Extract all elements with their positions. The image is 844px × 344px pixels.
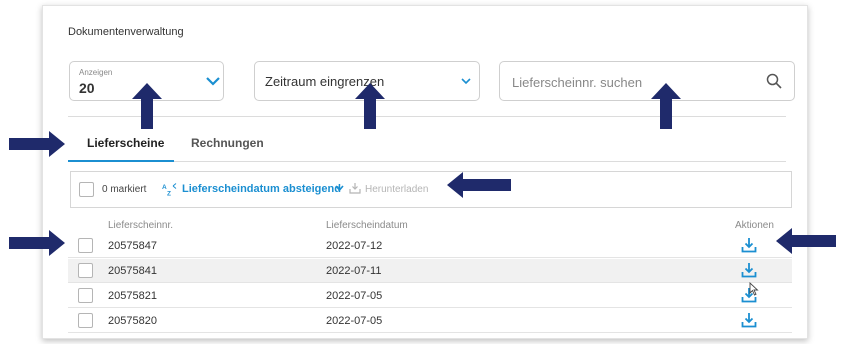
chevron-down-icon xyxy=(206,77,220,86)
chevron-down-icon xyxy=(335,185,344,192)
search-input[interactable] xyxy=(512,71,752,93)
annotation-arrow-right-icon xyxy=(9,131,65,157)
delivery-note-date: 2022-07-12 xyxy=(326,240,383,252)
download-icon[interactable] xyxy=(741,312,757,328)
page-title: Dokumentenverwaltung xyxy=(68,26,184,38)
bulk-actions-toolbar: 0 markiert A Z Lieferscheindatum absteig… xyxy=(70,171,792,208)
table-row: 20575820 2022-07-05 xyxy=(68,309,792,333)
download-icon xyxy=(349,183,361,194)
active-tab-indicator xyxy=(68,160,174,162)
table-row: 20575847 2022-07-12 xyxy=(68,234,792,258)
marked-count: 0 markiert xyxy=(102,184,147,195)
tab-lieferscheine[interactable]: Lieferscheine xyxy=(87,136,164,150)
download-icon[interactable] xyxy=(741,237,757,253)
select-all-checkbox[interactable] xyxy=(79,182,94,197)
download-selected-label: Herunterladen xyxy=(365,184,429,195)
delivery-note-number: 20575841 xyxy=(108,265,157,277)
row-checkbox[interactable] xyxy=(78,263,93,278)
mouse-cursor-icon xyxy=(749,282,759,296)
annotation-arrow-up-icon xyxy=(132,83,162,129)
column-header-id: Lieferscheinnr. xyxy=(108,220,174,231)
row-checkbox[interactable] xyxy=(78,288,93,303)
annotation-arrow-left-icon xyxy=(776,228,836,254)
page-size-value: 20 xyxy=(79,80,95,96)
chevron-down-icon xyxy=(461,78,471,85)
tab-rechnungen[interactable]: Rechnungen xyxy=(191,136,264,150)
annotation-arrow-up-icon xyxy=(355,83,385,129)
annotation-arrow-right-icon xyxy=(9,230,65,256)
delivery-note-number: 20575847 xyxy=(108,240,157,252)
delivery-note-date: 2022-07-05 xyxy=(326,315,383,327)
column-header-actions: Aktionen xyxy=(735,220,774,231)
annotation-arrow-left-icon xyxy=(447,172,511,198)
sort-label: Lieferscheindatum absteigend xyxy=(182,183,341,195)
delivery-note-date: 2022-07-11 xyxy=(326,265,382,277)
page-size-label: Anzeigen xyxy=(79,68,113,77)
delivery-note-date: 2022-07-05 xyxy=(326,290,383,302)
row-checkbox[interactable] xyxy=(78,313,93,328)
annotation-arrow-up-icon xyxy=(651,83,681,129)
document-management-panel: Dokumentenverwaltung Anzeigen 20 Zeitrau… xyxy=(42,5,808,339)
tab-bar: Lieferscheine Rechnungen xyxy=(68,132,786,162)
table-row: 20575841 2022-07-11 xyxy=(68,259,792,283)
column-header-date: Lieferscheindatum xyxy=(326,220,408,231)
delivery-note-number: 20575821 xyxy=(108,290,157,302)
search-icon[interactable] xyxy=(766,73,782,89)
delivery-note-number: 20575820 xyxy=(108,315,157,327)
search-field[interactable] xyxy=(499,61,795,101)
row-checkbox[interactable] xyxy=(78,238,93,253)
download-icon[interactable] xyxy=(741,262,757,278)
svg-text:Z: Z xyxy=(167,191,171,197)
table-row: 20575821 2022-07-05 xyxy=(68,284,792,308)
sort-az-icon: A Z xyxy=(162,183,177,197)
